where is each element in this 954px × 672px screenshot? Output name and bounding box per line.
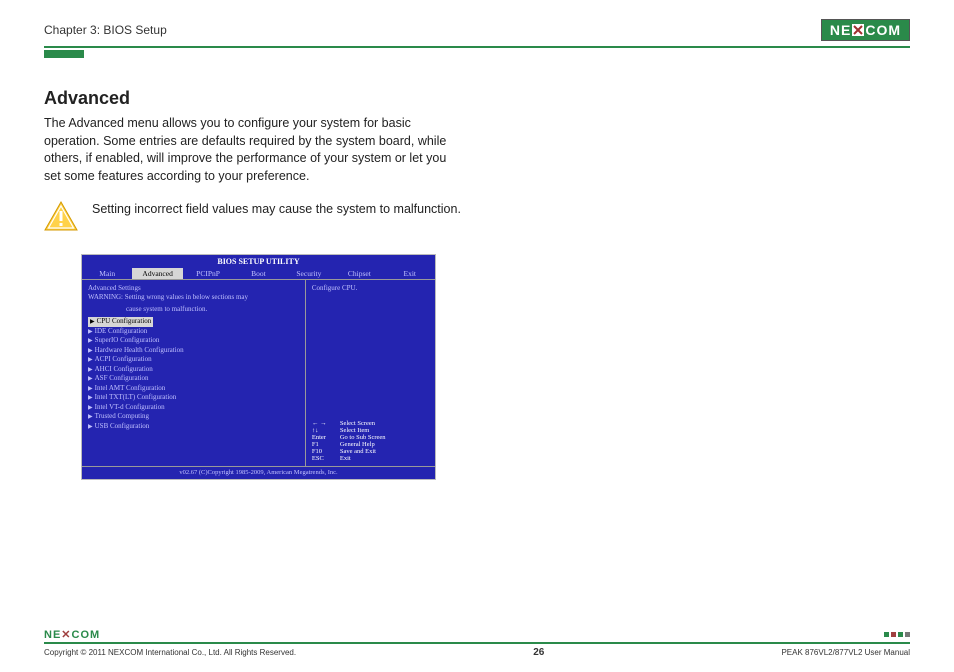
- footer-blocks-icon: [884, 632, 910, 637]
- content-column: Advanced The Advanced menu allows you to…: [44, 88, 464, 185]
- chapter-title: Chapter 3: BIOS Setup: [44, 23, 167, 37]
- bios-item-ide: ▶IDE Configuration: [88, 327, 299, 337]
- bios-tab-boot: Boot: [233, 268, 283, 279]
- triangle-icon: ▶: [88, 329, 93, 335]
- bios-screenshot: BIOS SETUP UTILITY Main Advanced PCIPnP …: [81, 254, 436, 480]
- bios-item-txt: ▶Intel TXT(LT) Configuration: [88, 393, 299, 403]
- triangle-icon: ▶: [88, 386, 93, 392]
- triangle-icon: ▶: [88, 424, 93, 430]
- footer-sub-row: Copyright © 2011 NEXCOM International Co…: [44, 647, 910, 658]
- bios-body: Advanced Settings WARNING: Setting wrong…: [82, 279, 435, 467]
- bios-keys-help: ← →Select Screen ↑↓Select Item EnterGo t…: [312, 420, 429, 462]
- triangle-icon: ▶: [88, 376, 93, 382]
- section-body: The Advanced menu allows you to configur…: [44, 115, 464, 185]
- triangle-icon: ▶: [88, 338, 93, 344]
- warning-block: Setting incorrect field values may cause…: [44, 201, 464, 236]
- header-rule: [44, 46, 910, 50]
- warning-icon: [44, 201, 78, 236]
- bios-item-acpi: ▶ACPI Configuration: [88, 355, 299, 365]
- bios-tab-main: Main: [82, 268, 132, 279]
- bios-item-asf: ▶ASF Configuration: [88, 374, 299, 384]
- bios-right-pane: Configure CPU. ← →Select Screen ↑↓Select…: [306, 280, 435, 466]
- bios-tab-advanced: Advanced: [132, 268, 182, 279]
- footer-x-icon: ✕: [61, 629, 71, 641]
- triangle-icon: ▶: [88, 405, 93, 411]
- triangle-icon: ▶: [88, 395, 93, 401]
- bios-footer: v02.67 (C)Copyright 1985-2009, American …: [82, 467, 435, 479]
- bios-item-usb: ▶USB Configuration: [88, 422, 299, 432]
- triangle-icon: ▶: [88, 367, 93, 373]
- footer-logo-row: NE✕COM: [44, 628, 910, 641]
- triangle-icon: ▶: [88, 414, 93, 420]
- bios-key-row: F10Save and Exit: [312, 448, 429, 455]
- header-rule-tab: [44, 50, 84, 58]
- bios-key-row: ESCExit: [312, 455, 429, 462]
- footer-copyright: Copyright © 2011 NEXCOM International Co…: [44, 648, 296, 657]
- bios-help-text: Configure CPU.: [312, 284, 429, 292]
- bios-item-superio: ▶SuperIO Configuration: [88, 336, 299, 346]
- bios-warning-l1: WARNING: Setting wrong values in below s…: [88, 294, 299, 302]
- warning-text: Setting incorrect field values may cause…: [92, 201, 461, 219]
- bios-item-amt: ▶Intel AMT Configuration: [88, 384, 299, 394]
- page-footer: NE✕COM Copyright © 2011 NEXCOM Internati…: [44, 625, 910, 658]
- footer-manual: PEAK 876VL2/877VL2 User Manual: [781, 648, 910, 657]
- bios-title: BIOS SETUP UTILITY: [82, 255, 435, 268]
- triangle-icon: ▶: [88, 348, 93, 354]
- page-number: 26: [533, 647, 544, 658]
- bios-item-trusted: ▶Trusted Computing: [88, 412, 299, 422]
- bios-key-row: ↑↓Select Item: [312, 427, 429, 434]
- bios-left-pane: Advanced Settings WARNING: Setting wrong…: [82, 280, 306, 466]
- footer-logo: NE✕COM: [44, 628, 100, 641]
- logo-text-left: NE: [830, 22, 851, 38]
- bios-key-row: F1General Help: [312, 441, 429, 448]
- bios-item-ahci: ▶AHCI Configuration: [88, 365, 299, 375]
- bios-tab-exit: Exit: [385, 268, 435, 279]
- triangle-icon: ▶: [88, 357, 93, 363]
- triangle-icon: ▶: [90, 319, 95, 325]
- bios-item-cpu: ▶CPU Configuration: [88, 317, 153, 327]
- bios-item-vtd: ▶Intel VT-d Configuration: [88, 403, 299, 413]
- nexcom-logo: NE COM: [821, 19, 910, 41]
- bios-warning-l2: cause system to malfunction.: [88, 306, 299, 314]
- bios-key-row: ← →Select Screen: [312, 420, 429, 427]
- section-title: Advanced: [44, 88, 464, 109]
- document-page: Chapter 3: BIOS Setup NE COM Advanced Th…: [0, 0, 954, 672]
- bios-tab-pcipnp: PCIPnP: [183, 268, 233, 279]
- logo-text-right: COM: [865, 22, 901, 38]
- page-header: Chapter 3: BIOS Setup NE COM: [44, 18, 910, 42]
- footer-rule: [44, 641, 910, 645]
- bios-tab-chipset: Chipset: [334, 268, 384, 279]
- bios-item-hardware: ▶Hardware Health Configuration: [88, 346, 299, 356]
- bios-tab-security: Security: [284, 268, 334, 279]
- logo-x-icon: [852, 24, 864, 36]
- bios-key-row: EnterGo to Sub Screen: [312, 434, 429, 441]
- bios-settings-label: Advanced Settings: [88, 284, 299, 292]
- bios-tabs: Main Advanced PCIPnP Boot Security Chips…: [82, 268, 435, 279]
